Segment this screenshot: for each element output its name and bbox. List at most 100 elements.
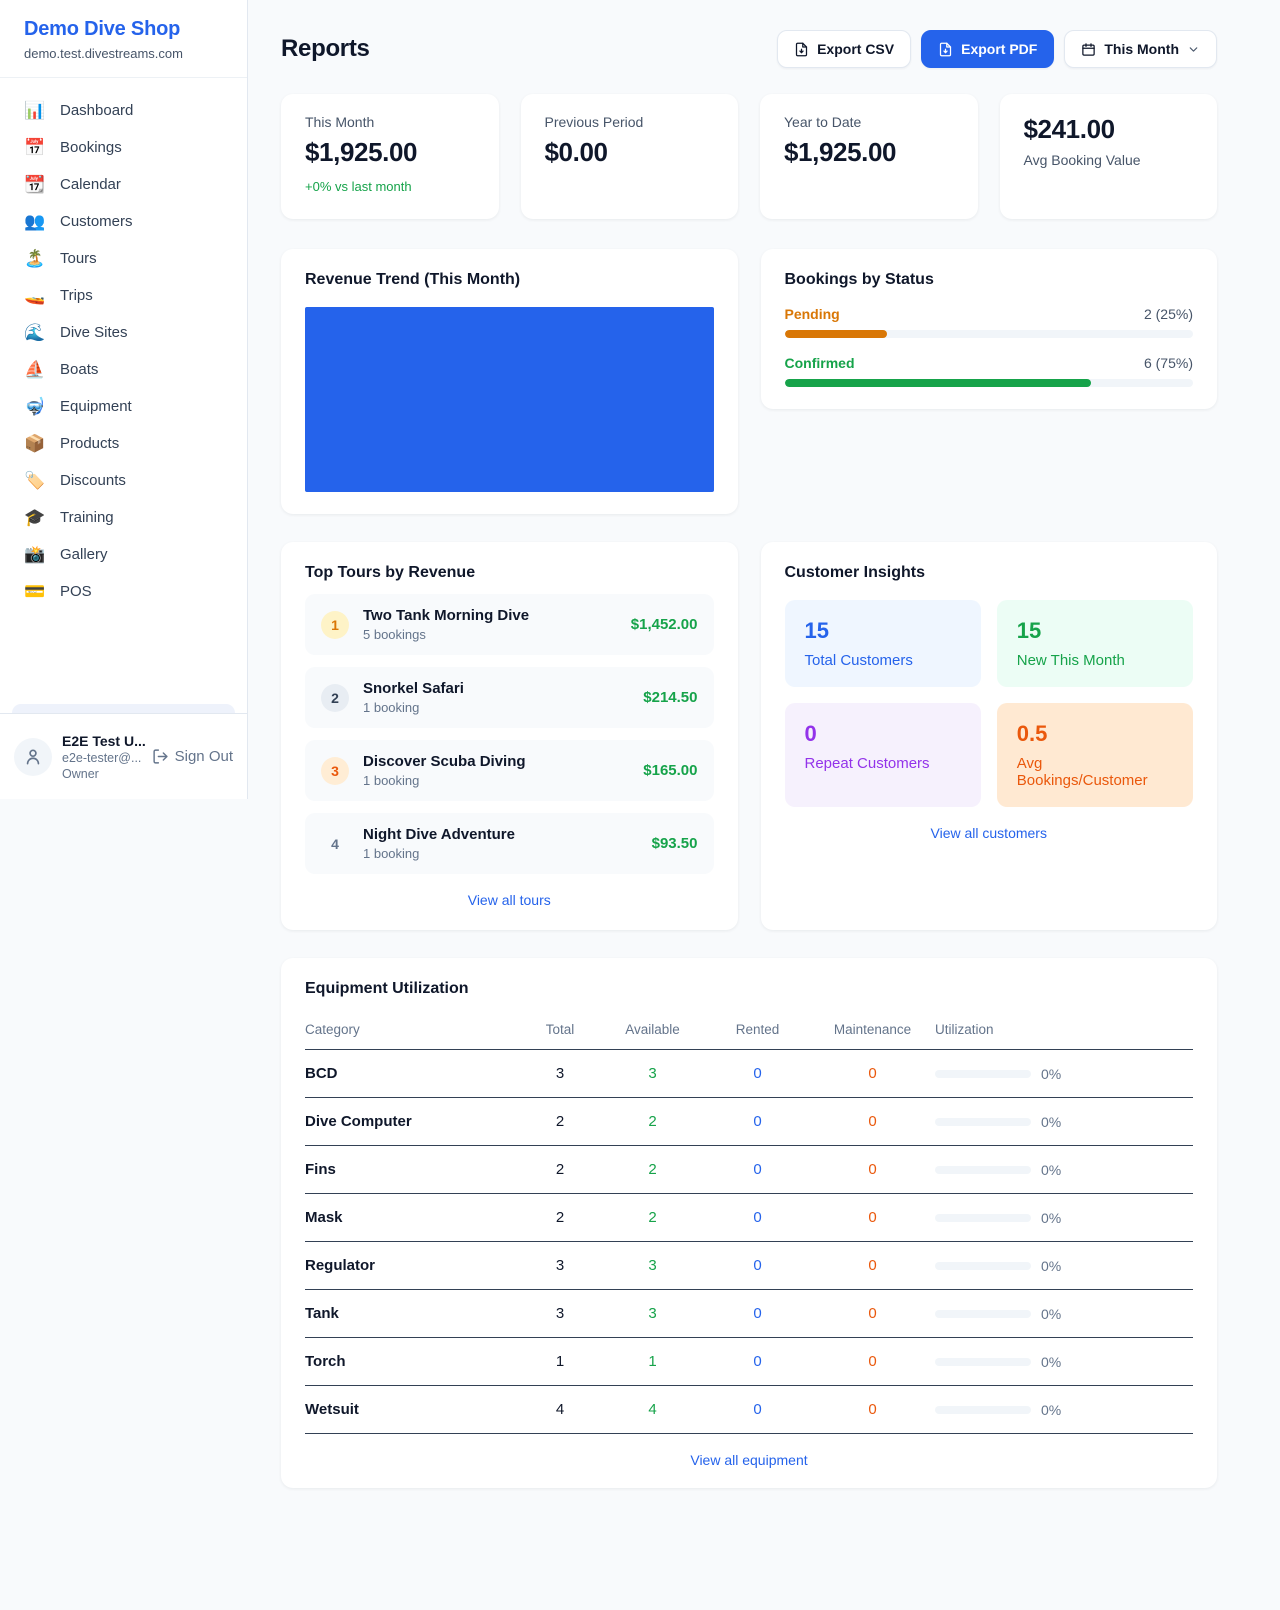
equipment-total: 3 xyxy=(520,1305,600,1322)
revenue-trend-card: Revenue Trend (This Month) xyxy=(281,249,738,514)
export-pdf-button[interactable]: Export PDF xyxy=(921,30,1054,68)
equipment-rows: BCD33000%Dive Computer22000%Fins22000%Ma… xyxy=(305,1050,1193,1434)
utilization-bar-track xyxy=(935,1118,1031,1126)
chevron-down-icon xyxy=(1187,43,1200,56)
sidebar-item-discounts[interactable]: 🏷️ Discounts xyxy=(12,462,235,499)
utilization-cell: 0% xyxy=(935,1162,1193,1178)
utilization-bar-track xyxy=(935,1070,1031,1078)
insight-value: 0 xyxy=(805,721,961,747)
page-header: Reports Export CSV Export PDF This Month xyxy=(281,30,1217,68)
utilization-cell: 0% xyxy=(935,1258,1193,1274)
sidebar-item-label: Discounts xyxy=(60,472,126,489)
tour-name: Two Tank Morning Dive xyxy=(363,607,529,624)
view-all-tours-link[interactable]: View all tours xyxy=(305,892,714,908)
insight-value: 0.5 xyxy=(1017,721,1173,747)
tour-bookings: 1 booking xyxy=(363,700,464,715)
dashboard-icon: 📊 xyxy=(24,102,46,119)
equipment-total: 4 xyxy=(520,1401,600,1418)
sidebar-item-tours[interactable]: 🏝️Tours xyxy=(12,240,235,277)
export-csv-label: Export CSV xyxy=(817,41,894,57)
tour-bookings: 1 booking xyxy=(363,773,526,788)
stat-card-previous-period: Previous Period $0.00 xyxy=(521,94,739,219)
discounts-icon: 🏷️ xyxy=(24,472,46,489)
equipment-maintenance: 0 xyxy=(810,1305,935,1322)
view-all-equipment-link[interactable]: View all equipment xyxy=(305,1452,1193,1468)
top-tours-title: Top Tours by Revenue xyxy=(305,564,714,582)
utilization-cell: 0% xyxy=(935,1066,1193,1082)
utilization-bar-track xyxy=(935,1406,1031,1414)
equipment-rented: 0 xyxy=(705,1065,810,1082)
utilization-percent: 0% xyxy=(1041,1258,1061,1274)
tour-meta: Night Dive Adventure 1 booking xyxy=(363,826,515,861)
sidebar-item-gallery[interactable]: 📸Gallery xyxy=(12,536,235,573)
insights-grid: 15Total Customers 15 New This Month 0 Repeat… xyxy=(785,600,1194,807)
utilization-bar-track xyxy=(935,1166,1031,1174)
stat-card-year-to-date: Year to Date $1,925.00 xyxy=(760,94,978,219)
equipment-rented: 0 xyxy=(705,1401,810,1418)
view-all-customers-link[interactable]: View all customers xyxy=(785,825,1194,841)
equipment-category: Mask xyxy=(305,1209,520,1226)
utilization-percent: 0% xyxy=(1041,1354,1061,1370)
sidebar-item-bookings[interactable]: 📅Bookings xyxy=(12,129,235,166)
equipment-total: 2 xyxy=(520,1113,600,1130)
equipment-table: Category Total Available Rented Maintena… xyxy=(305,1014,1193,1434)
rank-badge: 1 xyxy=(321,611,349,639)
sidebar-item-products[interactable]: 📦Products xyxy=(12,425,235,462)
lists-row: Top Tours by Revenue 1 Two Tank Morning D… xyxy=(281,542,1217,930)
sidebar-item-equipment[interactable]: 🤿Equipment xyxy=(12,388,235,425)
user-icon xyxy=(23,747,43,767)
tour-bookings: 1 booking xyxy=(363,846,515,861)
equipment-row: Wetsuit44000% xyxy=(305,1386,1193,1434)
sidebar-item-customers[interactable]: 👥Customers xyxy=(12,203,235,240)
sidebar-item-pos[interactable]: 💳POS xyxy=(12,573,235,610)
boats-icon: ⛵ xyxy=(24,361,46,378)
period-dropdown[interactable]: This Month xyxy=(1064,30,1217,68)
user-meta: E2E Test U... e2e-tester@... Owner xyxy=(62,733,142,781)
top-tours-card: Top Tours by Revenue 1 Two Tank Morning D… xyxy=(281,542,738,930)
tour-name: Snorkel Safari xyxy=(363,680,464,697)
tours-list: 1Two Tank Morning Dive5 bookings$1,452.0… xyxy=(305,594,714,874)
utilization-bar-track xyxy=(935,1214,1031,1222)
export-pdf-label: Export PDF xyxy=(961,41,1037,57)
sidebar-item-boats[interactable]: ⛵ Boats xyxy=(12,351,235,388)
insight-label: New This Month xyxy=(1017,652,1173,669)
tour-name: Discover Scuba Diving xyxy=(363,753,526,770)
sidebar-item-label: POS xyxy=(60,583,92,600)
status-line: Confirmed6 (75%) xyxy=(785,355,1194,371)
status-label: Pending xyxy=(785,306,840,322)
sidebar-item-label: Boats xyxy=(60,361,98,378)
utilization-cell: 0% xyxy=(935,1354,1193,1370)
equipment-row: Mask22000% xyxy=(305,1194,1193,1242)
equipment-utilization-card: Equipment Utilization Category Total Ava… xyxy=(281,958,1217,1488)
utilization-bar-track xyxy=(935,1358,1031,1366)
sidebar-item-label: Trips xyxy=(60,287,93,304)
stat-value: $1,925.00 xyxy=(305,137,475,168)
sidebar-item-trips[interactable]: 🚤Trips xyxy=(12,277,235,314)
status-line: Pending2 (25%) xyxy=(785,306,1194,322)
export-csv-button[interactable]: Export CSV xyxy=(777,30,911,68)
customer-insights-title: Customer Insights xyxy=(785,564,1194,582)
sidebar-item-calendar[interactable]: 📆Calendar xyxy=(12,166,235,203)
equipment-maintenance: 0 xyxy=(810,1401,935,1418)
sidebar-item-training[interactable]: 🎓Training xyxy=(12,499,235,536)
tour-row: 1Two Tank Morning Dive5 bookings$1,452.0… xyxy=(305,594,714,655)
equipment-available: 3 xyxy=(600,1305,705,1322)
insight-value: 15 xyxy=(1017,618,1173,644)
insight-label: Repeat Customers xyxy=(805,755,961,772)
gallery-icon: 📸 xyxy=(24,546,46,563)
utilization-percent: 0% xyxy=(1041,1162,1061,1178)
insight-tile-total-customers: 15Total Customers xyxy=(785,600,981,687)
training-icon: 🎓 xyxy=(24,509,46,526)
equipment-category: Torch xyxy=(305,1353,520,1370)
sidebar-item-dive-sites[interactable]: 🌊Dive Sites xyxy=(12,314,235,351)
sign-out-button[interactable]: Sign Out xyxy=(152,748,233,765)
equipment-icon: 🤿 xyxy=(24,398,46,415)
customer-insights-card: Customer Insights 15Total Customers 15 New… xyxy=(761,542,1218,930)
sidebar-item-reports-partial[interactable] xyxy=(12,704,235,713)
sidebar-item-dashboard[interactable]: 📊Dashboard xyxy=(12,92,235,129)
tour-name: Night Dive Adventure xyxy=(363,826,515,843)
stat-card-this-month: This Month $1,925.00 +0% vs last month xyxy=(281,94,499,219)
equipment-table-header: Category Total Available Rented Maintena… xyxy=(305,1014,1193,1050)
stat-value: $1,925.00 xyxy=(784,137,954,168)
rank-badge: 3 xyxy=(321,757,349,785)
